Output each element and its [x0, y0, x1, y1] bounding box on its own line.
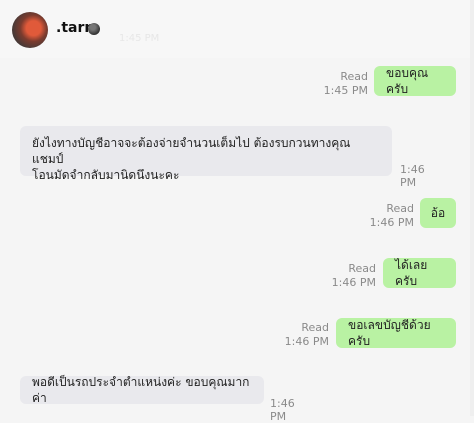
- message-time: 1:46 PM: [270, 397, 295, 423]
- message-bubble[interactable]: อ้อ: [420, 198, 456, 228]
- message-bubble[interactable]: พอดีเป็นรถประจำตำแหน่งค่ะ ขอบคุณมากค่า: [20, 375, 264, 405]
- message-bubble[interactable]: ขอเลขบัญชีด้วยครับ: [336, 318, 456, 348]
- message-time: 1:46 PM: [284, 335, 329, 348]
- message-text-line: โอนมัดจำกลับมานิดนึงนะคะ: [32, 168, 180, 182]
- read-receipt: Read: [340, 70, 368, 83]
- contact-avatar[interactable]: [12, 12, 48, 48]
- header-faint-time: 1:45 PM: [119, 33, 160, 44]
- read-receipt: Read: [301, 321, 329, 334]
- message-bubble[interactable]: ยังไงทางบัญชีอาจจะต้องจ่ายจำนวนเต็มไป ต้…: [20, 126, 392, 182]
- message-bubble[interactable]: ได้เลยครับ: [383, 258, 456, 288]
- online-status-dot-icon: [88, 23, 100, 35]
- message-time: 1:45 PM: [323, 84, 368, 97]
- message-time: 1:46 PM: [331, 276, 376, 289]
- message-bubble[interactable]: ขอบคุณครับ: [374, 66, 456, 96]
- message-text-line: ยังไงทางบัญชีอาจจะต้องจ่ายจำนวนเต็มไป ต้…: [32, 136, 351, 166]
- scrollbar[interactable]: [470, 0, 474, 416]
- read-receipt: Read: [348, 262, 376, 275]
- chat-header: .tarn 1:45 PM: [0, 0, 474, 58]
- message-time: 1:46 PM: [369, 216, 414, 229]
- read-receipt: Read: [386, 202, 414, 215]
- message-time: 1:46 PM: [400, 163, 425, 189]
